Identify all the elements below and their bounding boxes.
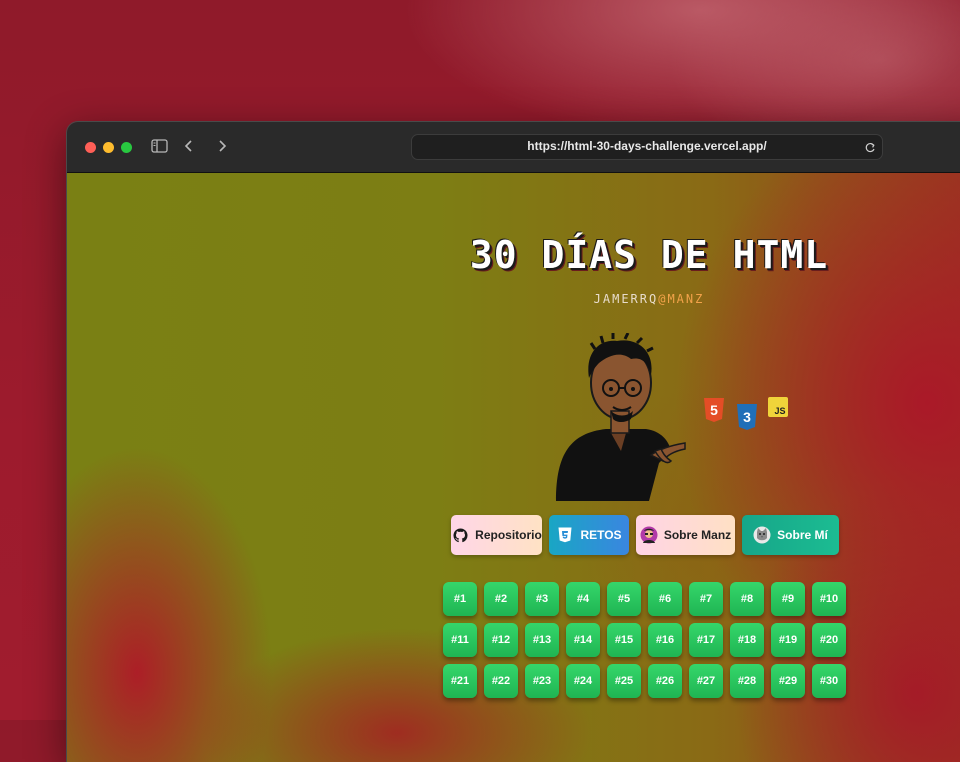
day-button-1[interactable]: #1 xyxy=(443,582,477,616)
subtitle-accent: MANZ xyxy=(667,292,705,306)
html5-badge-label: 5 xyxy=(710,402,718,418)
day-button-29[interactable]: #29 xyxy=(771,664,805,698)
sobre-manz-label: Sobre Manz xyxy=(663,528,732,542)
repositorio-label: Repositorio xyxy=(475,528,542,542)
day-button-23[interactable]: #23 xyxy=(525,664,559,698)
repositorio-button[interactable]: Repositorio xyxy=(451,515,542,555)
sidebar-icon[interactable] xyxy=(151,135,168,157)
sobre-mi-label: Sobre Mí xyxy=(777,528,828,542)
day-button-12[interactable]: #12 xyxy=(484,623,518,657)
day-button-2[interactable]: #2 xyxy=(484,582,518,616)
browser-window: https://html-30-days-challenge.vercel.ap… xyxy=(66,121,960,762)
day-button-11[interactable]: #11 xyxy=(443,623,477,657)
html5-icon xyxy=(556,526,574,544)
page-subtitle: JAMERRQ@MANZ xyxy=(431,292,867,306)
day-button-15[interactable]: #15 xyxy=(607,623,641,657)
day-button-16[interactable]: #16 xyxy=(648,623,682,657)
sobre-mi-button[interactable]: Sobre Mí xyxy=(742,515,839,555)
day-button-19[interactable]: #19 xyxy=(771,623,805,657)
day-button-18[interactable]: #18 xyxy=(730,623,764,657)
day-button-30[interactable]: #30 xyxy=(812,664,846,698)
day-button-22[interactable]: #22 xyxy=(484,664,518,698)
day-button-26[interactable]: #26 xyxy=(648,664,682,698)
day-button-14[interactable]: #14 xyxy=(566,623,600,657)
minimize-window-button[interactable] xyxy=(103,142,114,153)
address-bar[interactable]: https://html-30-days-challenge.vercel.ap… xyxy=(411,134,883,160)
css3-badge-icon: 3 xyxy=(737,404,757,430)
day-button-24[interactable]: #24 xyxy=(566,664,600,698)
day-button-5[interactable]: #5 xyxy=(607,582,641,616)
css3-badge-label: 3 xyxy=(743,409,751,425)
js-badge-icon: JS xyxy=(768,397,788,417)
day-button-21[interactable]: #21 xyxy=(443,664,477,698)
page-title: 30 DÍAS DE HTML xyxy=(469,233,829,277)
url-text: https://html-30-days-challenge.vercel.ap… xyxy=(527,139,767,153)
day-button-17[interactable]: #17 xyxy=(689,623,723,657)
day-button-13[interactable]: #13 xyxy=(525,623,559,657)
browser-toolbar: https://html-30-days-challenge.vercel.ap… xyxy=(67,122,960,173)
day-button-6[interactable]: #6 xyxy=(648,582,682,616)
day-button-28[interactable]: #28 xyxy=(730,664,764,698)
reload-icon[interactable] xyxy=(864,139,876,158)
day-button-3[interactable]: #3 xyxy=(525,582,559,616)
avatar-illustration xyxy=(556,333,686,501)
day-button-20[interactable]: #20 xyxy=(812,623,846,657)
maximize-window-button[interactable] xyxy=(121,142,132,153)
day-button-25[interactable]: #25 xyxy=(607,664,641,698)
retos-label: RETOS xyxy=(580,528,622,542)
day-button-7[interactable]: #7 xyxy=(689,582,723,616)
html5-badge-icon: 5 xyxy=(704,398,724,422)
day-button-4[interactable]: #4 xyxy=(566,582,600,616)
day-button-27[interactable]: #27 xyxy=(689,664,723,698)
retos-button[interactable]: RETOS xyxy=(549,515,629,555)
manz-avatar-icon xyxy=(640,526,658,544)
back-icon[interactable] xyxy=(184,135,194,157)
day-button-10[interactable]: #10 xyxy=(812,582,846,616)
sobre-manz-button[interactable]: Sobre Manz xyxy=(636,515,735,555)
day-button-8[interactable]: #8 xyxy=(730,582,764,616)
subtitle-name: JAMERRQ xyxy=(593,292,659,306)
js-badge-label: JS xyxy=(774,406,785,416)
close-window-button[interactable] xyxy=(85,142,96,153)
cat-avatar-icon xyxy=(753,526,771,544)
github-icon xyxy=(451,526,469,544)
day-button-9[interactable]: #9 xyxy=(771,582,805,616)
forward-icon[interactable] xyxy=(217,135,227,157)
page-content: 30 DÍAS DE HTML JAMERRQ@MANZ 5 3 JS Repo… xyxy=(67,173,960,762)
